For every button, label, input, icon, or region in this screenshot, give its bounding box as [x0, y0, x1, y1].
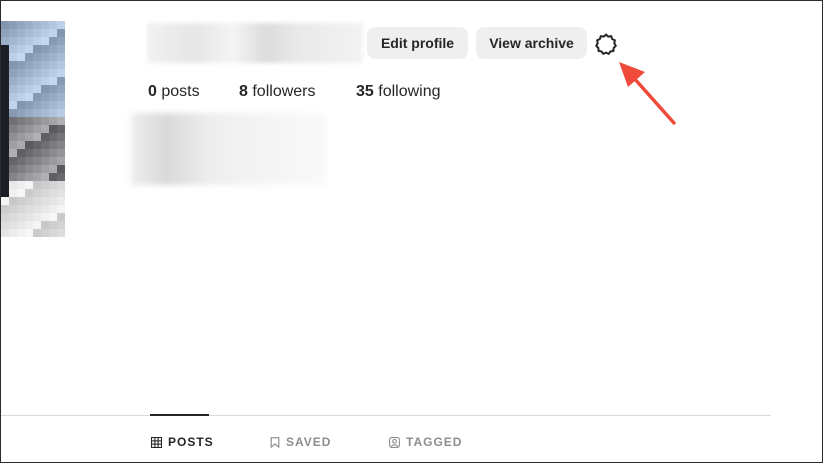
following-label: following [378, 83, 441, 100]
posts-count: 0 [148, 83, 157, 100]
tagged-user-icon [389, 436, 400, 448]
followers-stat[interactable]: 8 followers [239, 83, 316, 101]
followers-count: 8 [239, 83, 248, 100]
avatar[interactable] [1, 21, 65, 239]
posts-label: posts [161, 83, 200, 100]
bio-redacted [131, 113, 327, 185]
active-tab-indicator [150, 414, 209, 416]
tab-posts[interactable]: POSTS [151, 435, 214, 449]
following-stat[interactable]: 35 following [356, 83, 441, 101]
edit-profile-button[interactable]: Edit profile [367, 27, 468, 59]
tabs-divider [1, 415, 771, 416]
tab-tagged[interactable]: TAGGED [389, 435, 462, 449]
grid-icon [151, 436, 162, 448]
tab-saved-label: SAVED [286, 435, 332, 449]
followers-label: followers [252, 83, 316, 100]
profile-page: Edit profile View archive 0 posts 8 foll… [0, 0, 823, 463]
tab-posts-label: POSTS [168, 435, 214, 449]
bookmark-icon [270, 436, 280, 448]
view-archive-button[interactable]: View archive [476, 27, 587, 59]
annotation-arrow-icon [619, 62, 676, 125]
tab-saved[interactable]: SAVED [270, 435, 331, 449]
posts-count-stat: 0 posts [148, 83, 200, 101]
username-redacted [147, 23, 363, 63]
following-count: 35 [356, 83, 374, 100]
tab-tagged-label: TAGGED [406, 435, 463, 449]
